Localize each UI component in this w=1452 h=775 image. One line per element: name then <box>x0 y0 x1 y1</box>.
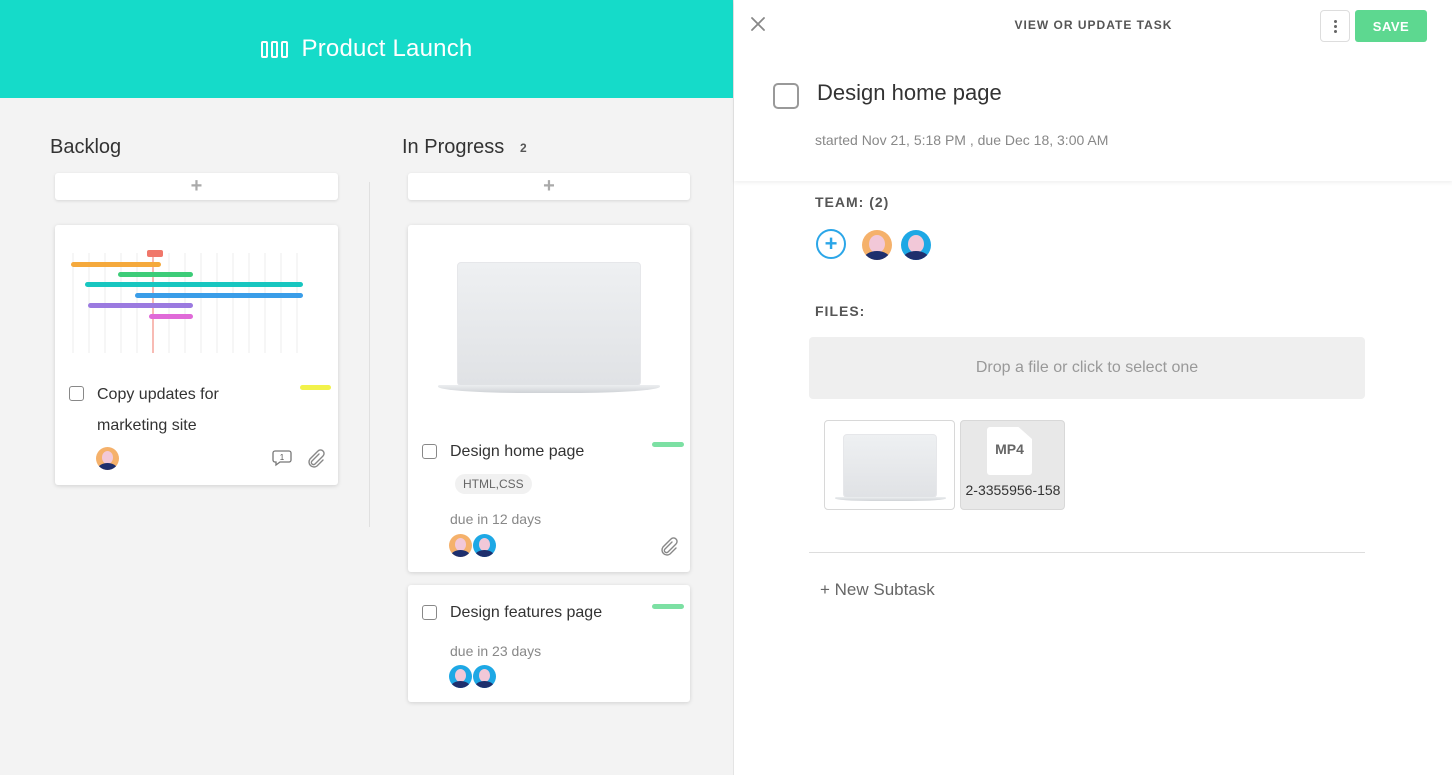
column-divider <box>369 182 370 527</box>
avatar[interactable] <box>473 665 496 688</box>
add-card-button-in-progress[interactable]: + <box>408 173 690 200</box>
laptop-thumbnail <box>457 262 641 386</box>
new-subtask-button[interactable]: + New Subtask <box>820 580 935 600</box>
task-card-design-features-page[interactable]: Design features page due in 23 days <box>408 585 690 702</box>
file-thumbnail-image[interactable] <box>824 420 955 510</box>
file-thumbnail-mp4[interactable]: MP4 2-3355956-158 <box>960 420 1065 510</box>
task-card-design-home-page[interactable]: Design home page HTML,CSS due in 12 days <box>408 225 690 572</box>
board-header: Product Launch <box>0 0 733 98</box>
label-chip: HTML,CSS <box>455 474 532 494</box>
comment-icon[interactable]: 1 <box>272 449 292 472</box>
team-label: TEAM: (2) <box>815 194 890 210</box>
save-button[interactable]: SAVE <box>1355 10 1427 42</box>
divider <box>809 552 1365 553</box>
comment-count: 1 <box>280 453 285 462</box>
due-text: due in 23 days <box>450 643 542 659</box>
card-title: Design features page <box>450 604 603 621</box>
card-title-line2: marketing site <box>97 417 197 434</box>
add-card-button-backlog[interactable]: + <box>55 173 338 200</box>
file-dropzone[interactable]: Drop a file or click to select one <box>809 337 1365 399</box>
card-title-line1: Copy updates for <box>97 386 219 403</box>
avatar[interactable] <box>449 665 472 688</box>
column-count: 2 <box>520 141 527 155</box>
tag-color-bar <box>300 385 331 390</box>
gantt-thumbnail <box>71 250 303 353</box>
task-dates[interactable]: started Nov 21, 5:18 PM , due Dec 18, 3:… <box>815 132 1108 148</box>
attachment-icon[interactable] <box>305 448 325 473</box>
due-text: due in 12 days <box>450 511 542 527</box>
avatar[interactable] <box>96 447 119 470</box>
task-checkbox[interactable] <box>69 386 84 401</box>
board-title[interactable]: Product Launch <box>302 35 473 63</box>
file-name: 2-3355956-158 <box>965 482 1061 498</box>
task-detail-panel: VIEW OR UPDATE TASK SAVE Design home pag… <box>733 0 1452 775</box>
panel-header: VIEW OR UPDATE TASK SAVE Design home pag… <box>734 0 1452 181</box>
task-complete-checkbox[interactable] <box>773 83 799 109</box>
task-title[interactable]: Design home page <box>817 80 1002 106</box>
task-checkbox[interactable] <box>422 444 437 459</box>
attachment-icon[interactable] <box>658 536 678 561</box>
column-title-backlog: Backlog <box>50 136 122 158</box>
card-title: Design home page <box>450 443 585 460</box>
tag-color-bar <box>652 604 684 609</box>
laptop-base <box>438 385 660 393</box>
tag-color-bar <box>652 442 684 447</box>
board-icon <box>260 40 288 58</box>
task-card-copy-updates[interactable]: Copy updates for marketing site 1 <box>55 225 338 485</box>
file-type-label: MP4 <box>995 441 1024 457</box>
more-options-button[interactable] <box>1320 10 1350 42</box>
column-title-in-progress: In Progress <box>402 136 505 158</box>
task-checkbox[interactable] <box>422 605 437 620</box>
team-avatar[interactable] <box>862 230 892 260</box>
avatar[interactable] <box>473 534 496 557</box>
avatar[interactable] <box>449 534 472 557</box>
team-avatar[interactable] <box>901 230 931 260</box>
files-label: FILES: <box>815 303 866 319</box>
add-member-button[interactable]: + <box>816 229 846 259</box>
